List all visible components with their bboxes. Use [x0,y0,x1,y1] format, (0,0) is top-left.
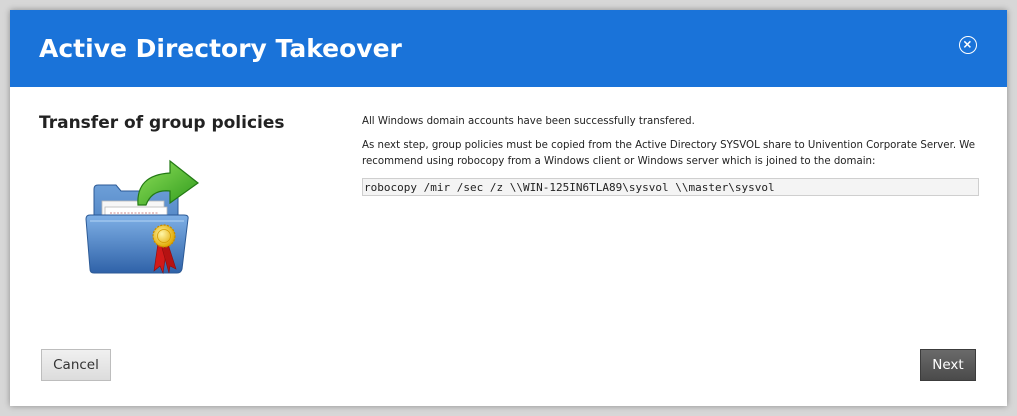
dialog-titlebar: Active Directory Takeover [10,10,1007,87]
section-heading: Transfer of group policies [39,113,285,133]
dialog: Active Directory Takeover Transfer of gr… [10,10,1007,406]
next-button[interactable]: Next [920,349,976,381]
instruction-message: As next step, group policies must be cop… [362,140,976,167]
close-icon[interactable] [959,36,977,54]
success-message: All Windows domain accounts have been su… [362,116,695,127]
cancel-button[interactable]: Cancel [41,349,111,381]
robocopy-command-field[interactable]: robocopy /mir /sec /z \\WIN-125IN6TLA89\… [362,178,979,196]
dialog-content: All Windows domain accounts have been su… [362,114,982,196]
folder-export-icon [72,147,202,277]
dialog-title: Active Directory Takeover [39,34,402,63]
